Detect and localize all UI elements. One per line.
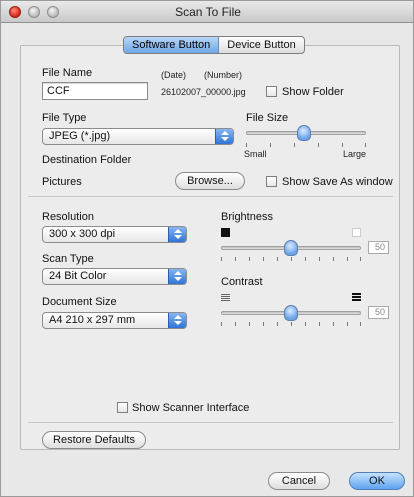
document-size-label: Document Size xyxy=(42,296,117,308)
settings-panel: File Name (Date) (Number) CCF 26102007_0… xyxy=(20,45,400,450)
contrast-low-icon xyxy=(221,292,230,301)
tab-device-button[interactable]: Device Button xyxy=(219,37,303,53)
resolution-label: Resolution xyxy=(42,211,94,223)
contrast-slider-thumb[interactable] xyxy=(284,305,298,321)
file-size-label: File Size xyxy=(246,112,289,124)
show-save-as-label: Show Save As window xyxy=(282,176,393,188)
brightness-light-icon xyxy=(352,228,361,237)
browse-button[interactable]: Browse... xyxy=(175,172,245,190)
document-size-popup[interactable]: A4 210 x 297 mm xyxy=(42,312,187,329)
popup-arrows-icon xyxy=(168,313,186,328)
document-size-value: A4 210 x 297 mm xyxy=(49,314,136,326)
popup-arrows-icon xyxy=(168,227,186,242)
brightness-ticks xyxy=(221,257,361,261)
contrast-label: Contrast xyxy=(221,276,263,288)
show-folder-label: Show Folder xyxy=(282,86,344,98)
file-type-popup[interactable]: JPEG (*.jpg) xyxy=(42,128,234,145)
show-save-as-checkbox[interactable] xyxy=(266,176,277,187)
section-divider-bottom xyxy=(28,422,393,423)
section-divider-top xyxy=(28,196,393,197)
date-label: (Date) xyxy=(161,70,187,80)
scan-type-label: Scan Type xyxy=(42,253,94,265)
tab-software-button[interactable]: Software Button xyxy=(124,37,220,53)
title-bar: Scan To File xyxy=(1,1,413,23)
number-label: (Number) xyxy=(204,70,243,80)
popup-arrows-icon xyxy=(168,269,186,284)
destination-folder-value: Pictures xyxy=(42,176,82,188)
show-folder-checkbox[interactable] xyxy=(266,86,277,97)
scan-to-file-window: Scan To File File Name (Date) (Number) C… xyxy=(0,0,414,497)
ok-button[interactable]: OK xyxy=(349,472,405,490)
file-name-field[interactable]: CCF xyxy=(42,82,148,100)
resolution-value: 300 x 300 dpi xyxy=(49,228,116,240)
brightness-dark-icon xyxy=(221,228,230,237)
file-size-slider-thumb[interactable] xyxy=(297,125,311,141)
contrast-high-icon xyxy=(352,292,361,301)
destination-folder-label: Destination Folder xyxy=(42,154,132,166)
file-type-label: File Type xyxy=(42,112,87,124)
file-size-large-label: Large xyxy=(343,149,367,159)
example-filename: 26102007_00000.jpg xyxy=(161,87,246,97)
scan-type-popup[interactable]: 24 Bit Color xyxy=(42,268,187,285)
show-scanner-interface-label: Show Scanner Interface xyxy=(132,402,250,414)
resolution-popup[interactable]: 300 x 300 dpi xyxy=(42,226,187,243)
scan-type-value: 24 Bit Color xyxy=(49,270,107,282)
file-size-small-label: Small xyxy=(244,149,267,159)
cancel-button[interactable]: Cancel xyxy=(268,472,330,490)
contrast-value-field[interactable]: 50 xyxy=(368,306,389,319)
restore-defaults-button[interactable]: Restore Defaults xyxy=(42,431,146,449)
brightness-value-field[interactable]: 50 xyxy=(368,241,389,254)
popup-arrows-icon xyxy=(215,129,233,144)
contrast-ticks xyxy=(221,322,361,326)
file-size-ticks xyxy=(246,143,366,147)
show-scanner-interface-checkbox[interactable] xyxy=(117,402,128,413)
file-type-value: JPEG (*.jpg) xyxy=(49,130,111,142)
button-mode-tabs: Software Button Device Button xyxy=(123,36,305,54)
window-title: Scan To File xyxy=(175,5,241,19)
file-name-label: File Name xyxy=(42,67,93,79)
brightness-label: Brightness xyxy=(221,211,273,223)
brightness-slider-thumb[interactable] xyxy=(284,240,298,256)
